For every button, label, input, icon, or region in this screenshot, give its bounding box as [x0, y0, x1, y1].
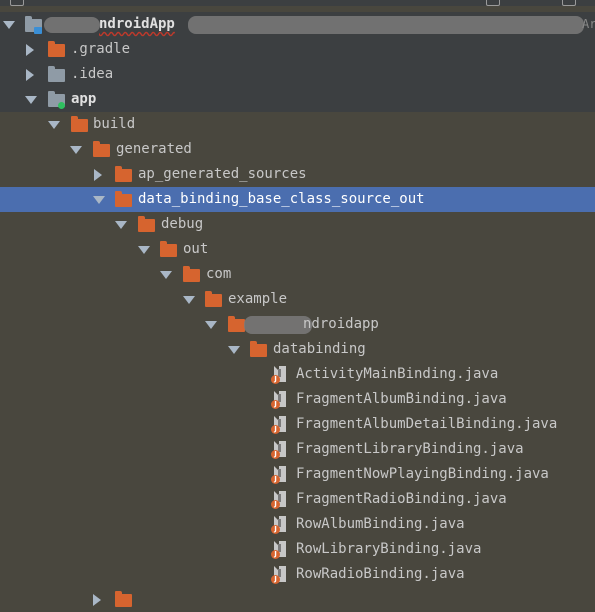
tree-row-file[interactable]: J FragmentAlbumBinding.java	[0, 387, 595, 412]
tree-row-databinding[interactable]: databinding	[0, 337, 595, 362]
tree-label-file: FragmentLibraryBinding.java	[296, 441, 524, 457]
module-folder-icon	[25, 16, 42, 34]
java-file-icon: J	[271, 541, 287, 559]
folder-icon	[48, 66, 65, 82]
java-file-icon: J	[271, 491, 287, 509]
tree-row-data-binding-out[interactable]: data_binding_base_class_source_out	[0, 187, 595, 212]
tree-label-debug: debug	[161, 216, 204, 232]
chevron-down-icon[interactable]	[205, 321, 217, 329]
tree-label-idea: .idea	[71, 66, 114, 82]
tree-label-out: out	[183, 241, 209, 257]
tree-label-file: ActivityMainBinding.java	[296, 366, 499, 382]
tree-label-ap-generated-sources: ap_generated_sources	[138, 166, 307, 182]
tree-row-out[interactable]: out	[0, 237, 595, 262]
chevron-down-icon[interactable]	[3, 21, 15, 29]
tree-row-ap-generated-sources[interactable]: ap_generated_sources	[0, 162, 595, 187]
tree-row-root[interactable]: ndroidApp Ar	[0, 12, 595, 37]
tree-row-partial[interactable]	[0, 587, 595, 612]
java-file-icon: J	[271, 416, 287, 434]
chevron-right-icon[interactable]	[26, 69, 34, 81]
tree-label-file: FragmentRadioBinding.java	[296, 491, 507, 507]
folder-icon	[205, 291, 222, 307]
chevron-down-icon[interactable]	[70, 146, 82, 154]
tree-row-example[interactable]: example	[0, 287, 595, 312]
folder-icon	[48, 41, 65, 57]
tree-row-com[interactable]: com	[0, 262, 595, 287]
chevron-down-icon[interactable]	[183, 296, 195, 304]
tree-label-file: FragmentAlbumDetailBinding.java	[296, 416, 558, 432]
chevron-down-icon[interactable]	[228, 346, 240, 354]
folder-icon	[71, 116, 88, 132]
tree-row-build[interactable]: build	[0, 112, 595, 137]
tree-label-root-suffix: Ar	[582, 17, 595, 31]
tree-row-file[interactable]: J FragmentAlbumDetailBinding.java	[0, 412, 595, 437]
chevron-down-icon[interactable]	[25, 96, 37, 104]
chevron-down-icon[interactable]	[48, 121, 60, 129]
tree-row-file[interactable]: J RowRadioBinding.java	[0, 562, 595, 587]
tree-row-file[interactable]: J RowLibraryBinding.java	[0, 537, 595, 562]
folder-icon	[138, 216, 155, 232]
tree-row-androidapp[interactable]: ndroidapp	[0, 312, 595, 337]
java-file-icon: J	[271, 466, 287, 484]
redacted-text	[44, 17, 100, 33]
chevron-right-icon[interactable]	[94, 169, 102, 181]
tree-row-file[interactable]: J FragmentLibraryBinding.java	[0, 437, 595, 462]
tree-label-file: FragmentNowPlayingBinding.java	[296, 466, 549, 482]
folder-icon	[250, 341, 267, 357]
tree-label-build: build	[93, 116, 136, 132]
folder-icon	[160, 241, 177, 257]
java-file-icon: J	[271, 441, 287, 459]
tree-row-file[interactable]: J ActivityMainBinding.java	[0, 362, 595, 387]
tree-row-debug[interactable]: debug	[0, 212, 595, 237]
chevron-down-icon[interactable]	[115, 221, 127, 229]
java-file-icon: J	[271, 391, 287, 409]
chevron-down-icon[interactable]	[160, 271, 172, 279]
tree-row-app[interactable]: app	[0, 87, 595, 112]
toolbar-strip	[0, 0, 595, 6]
redacted-text	[244, 316, 312, 334]
tree-label-app: app	[71, 91, 97, 107]
tree-label-data-binding-out: data_binding_base_class_source_out	[138, 191, 425, 207]
tree-row-file[interactable]: J FragmentNowPlayingBinding.java	[0, 462, 595, 487]
module-folder-icon	[48, 91, 65, 109]
tree-label-file: RowLibraryBinding.java	[296, 541, 482, 557]
tree-label-file: FragmentAlbumBinding.java	[296, 391, 507, 407]
toolbar-icon[interactable]	[10, 0, 24, 6]
tree-label-gradle: .gradle	[71, 41, 131, 57]
tree-label-databinding: databinding	[273, 341, 366, 357]
toolbar-icon[interactable]	[562, 0, 576, 6]
folder-icon	[183, 266, 200, 282]
java-file-icon: J	[271, 566, 287, 584]
tree-label-com: com	[206, 266, 232, 282]
tree-row-file[interactable]: J FragmentRadioBinding.java	[0, 487, 595, 512]
redacted-path	[188, 16, 584, 34]
java-file-icon: J	[271, 516, 287, 534]
folder-icon	[115, 191, 132, 207]
tree-row-gradle[interactable]: .gradle	[0, 37, 595, 62]
chevron-down-icon[interactable]	[93, 196, 105, 204]
tree-label-example: example	[228, 291, 288, 307]
tree-label-androidapp: ndroidapp	[303, 316, 379, 332]
folder-icon	[93, 141, 110, 157]
tree-row-idea[interactable]: .idea	[0, 62, 595, 87]
tree-label-file: RowRadioBinding.java	[296, 566, 465, 582]
toolbar-icon[interactable]	[486, 0, 500, 6]
tree-row-generated[interactable]: generated	[0, 137, 595, 162]
tree-label-file: RowAlbumBinding.java	[296, 516, 465, 532]
chevron-right-icon[interactable]	[26, 44, 34, 56]
folder-icon	[228, 316, 245, 332]
chevron-down-icon[interactable]	[138, 246, 150, 254]
tree-row-file[interactable]: J RowAlbumBinding.java	[0, 512, 595, 537]
folder-icon	[115, 166, 132, 182]
tree-label-root: ndroidApp	[99, 16, 175, 32]
java-file-icon: J	[271, 366, 287, 384]
tree-label-generated: generated	[116, 141, 192, 157]
